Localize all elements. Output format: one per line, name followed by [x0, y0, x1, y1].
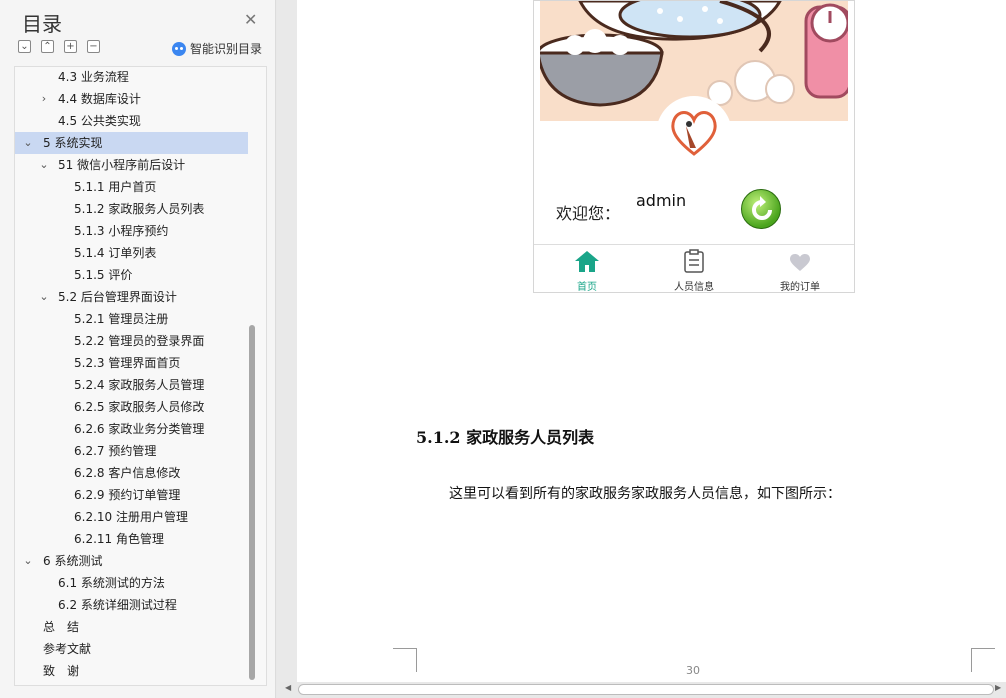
toc-item-label: 5.2 后台管理界面设计: [58, 290, 177, 304]
chevron-down-icon[interactable]: ⌄: [39, 286, 49, 308]
toc-item-label: 4.3 业务流程: [58, 70, 129, 84]
toc-item[interactable]: 6.2.10 注册用户管理: [15, 506, 248, 528]
toc-item[interactable]: 5.1.2 家政服务人员列表: [15, 198, 248, 220]
toc-item-label: 4.5 公共类实现: [58, 114, 141, 128]
horizontal-scroll-thumb[interactable]: [298, 684, 994, 695]
chevron-right-icon[interactable]: ›: [39, 88, 49, 110]
ai-recognize-label: 智能识别目录: [190, 42, 263, 56]
app-window: 目录 ✕ ⌄ ⌃ + − 智能识别目录 致 谢 参考文献 总 结 6.2 系统详细测试…: [0, 0, 1006, 698]
toc-item-label: 5 系统实现: [43, 136, 103, 150]
toc-item[interactable]: 参考文献: [15, 638, 248, 660]
page-number: 30: [686, 664, 700, 677]
toc-item-label: 4.4 数据库设计: [58, 92, 141, 106]
toc-item-label: 51 微信小程序前后设计: [58, 158, 186, 172]
toc-item-label: 6.2.6 家政业务分类管理: [74, 422, 205, 436]
toc-item-label: 5.1.3 小程序预约: [74, 224, 169, 238]
toc-item-label: 5.2.4 家政服务人员管理: [74, 378, 205, 392]
toc-scrollbar[interactable]: [249, 325, 255, 680]
toc-item[interactable]: 5.1.5 评价: [15, 264, 248, 286]
welcome-label: 欢迎您：: [556, 204, 621, 223]
toc-item-label: 6.2.7 预约管理: [74, 444, 157, 458]
toc-item[interactable]: › 4.4 数据库设计: [15, 88, 248, 110]
expand-all-icon[interactable]: ⌄: [18, 40, 31, 53]
toc-item-label: 5.1.5 评价: [74, 268, 133, 282]
chevron-down-icon[interactable]: ⌄: [23, 132, 33, 154]
toc-item-label: 5.1.1 用户首页: [74, 180, 157, 194]
toc-item-label: 6.2.10 注册用户管理: [74, 510, 188, 524]
tab-label: 人员信息: [674, 282, 714, 293]
toc-sidebar: 目录 ✕ ⌄ ⌃ + − 智能识别目录 致 谢 参考文献 总 结 6.2 系统详细测试…: [0, 0, 276, 698]
toc-item[interactable]: 5.1.3 小程序预约: [15, 220, 248, 242]
toc-list: 致 谢 参考文献 总 结 6.2 系统详细测试过程 6.1 系统测试的方法 ⌄ 6 系统测试…: [14, 66, 267, 686]
section-heading: 5.1.2 家政服务人员列表: [416, 428, 595, 447]
toc-item[interactable]: 5.2.2 管理员的登录界面: [15, 330, 248, 352]
home-icon: [537, 249, 637, 277]
toc-item-label: 总 结: [43, 620, 80, 634]
toc-item-label: 参考文献: [43, 642, 92, 656]
toc-item[interactable]: 总 结: [15, 616, 248, 638]
close-icon[interactable]: ✕: [244, 10, 257, 29]
refresh-icon: [741, 189, 781, 229]
toc-item-label: 致 谢: [43, 664, 80, 678]
toc-item-label: 6.1 系统测试的方法: [58, 576, 165, 590]
chevron-down-icon[interactable]: ⌄: [23, 550, 33, 572]
tab-staff-info: 人员信息: [644, 245, 744, 293]
toc-item[interactable]: 4.3 业务流程: [15, 67, 248, 88]
toc-item[interactable]: 6.1 系统测试的方法: [15, 572, 248, 594]
logo-avatar: [656, 96, 732, 172]
toc-item[interactable]: 6.2.9 预约订单管理: [15, 484, 248, 506]
toc-item-label: 6.2.5 家政服务人员修改: [74, 400, 205, 414]
plus-icon[interactable]: +: [64, 40, 77, 53]
toc-toolbar: ⌄ ⌃ + −: [18, 40, 100, 53]
clipboard-icon: [644, 249, 744, 277]
toc-item-label: 6 系统测试: [43, 554, 103, 568]
ai-robot-icon: [172, 41, 186, 56]
scroll-left-icon[interactable]: ◀: [285, 683, 291, 692]
toc-item[interactable]: 5.1.4 订单列表: [15, 242, 248, 264]
toc-item-label: 5.2.2 管理员的登录界面: [74, 334, 205, 348]
toc-item[interactable]: 6.2.5 家政服务人员修改: [15, 396, 248, 418]
toc-item[interactable]: 5.2.1 管理员注册: [15, 308, 248, 330]
sidebar-title: 目录: [22, 12, 62, 36]
toc-item-label: 5.1.2 家政服务人员列表: [74, 202, 205, 216]
toc-item[interactable]: ⌄ 5 系统实现: [15, 132, 248, 154]
toc-item[interactable]: ⌄ 5.2 后台管理界面设计: [15, 286, 248, 308]
toc-item[interactable]: 6.2.7 预约管理: [15, 440, 248, 462]
toc-item[interactable]: 4.5 公共类实现: [15, 110, 248, 132]
toc-item[interactable]: ⌄ 51 微信小程序前后设计: [15, 154, 248, 176]
ai-recognize-toc-button[interactable]: 智能识别目录: [172, 40, 262, 57]
page-corner-mark-right: [971, 648, 995, 672]
phone-tabbar: 首页 人员信息 我的订单: [534, 244, 854, 293]
page-corner-mark-left: [393, 648, 417, 672]
username-label: admin: [636, 191, 687, 210]
toc-item[interactable]: 6.2.11 角色管理: [15, 528, 248, 550]
toc-item-label: 6.2.9 预约订单管理: [74, 488, 181, 502]
toc-item-label: 6.2.8 客户信息修改: [74, 466, 181, 480]
collapse-all-icon[interactable]: ⌃: [41, 40, 54, 53]
minus-icon[interactable]: −: [87, 40, 100, 53]
heart-icon: [750, 253, 850, 277]
scroll-right-icon[interactable]: ▶: [995, 683, 1001, 692]
toc-item[interactable]: ⌄ 6 系统测试: [15, 550, 248, 572]
toc-item[interactable]: 6.2.6 家政业务分类管理: [15, 418, 248, 440]
toc-item[interactable]: 致 谢: [15, 660, 248, 682]
toc-item-label: 5.1.4 订单列表: [74, 246, 157, 260]
toc-item[interactable]: 6.2.8 客户信息修改: [15, 462, 248, 484]
toc-item-label: 5.2.1 管理员注册: [74, 312, 169, 326]
tab-label: 我的订单: [780, 282, 820, 293]
toc-item-label: 6.2.11 角色管理: [74, 532, 164, 546]
toc-item[interactable]: 5.1.1 用户首页: [15, 176, 248, 198]
toc-item[interactable]: 5.2.3 管理界面首页: [15, 352, 248, 374]
chevron-down-icon[interactable]: ⌄: [39, 154, 49, 176]
toc-item[interactable]: 6.2 系统详细测试过程: [15, 594, 248, 616]
body-paragraph: 这里可以看到所有的家政服务家政服务人员信息，如下图所示：: [449, 486, 841, 502]
tab-home: 首页: [537, 245, 637, 293]
toc-item-label: 6.2 系统详细测试过程: [58, 598, 177, 612]
toc-item-label: 5.2.3 管理界面首页: [74, 356, 181, 370]
tab-label: 首页: [577, 282, 597, 293]
tab-my-orders: 我的订单: [750, 245, 850, 293]
toc-item[interactable]: 5.2.4 家政服务人员管理: [15, 374, 248, 396]
